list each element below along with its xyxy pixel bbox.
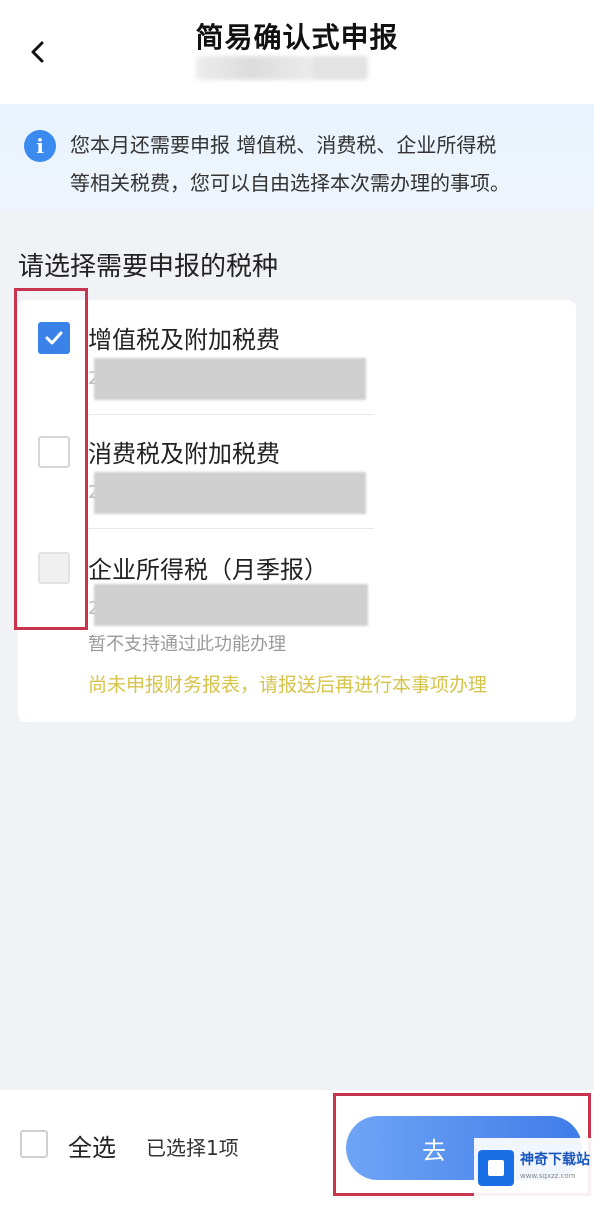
tax-list-card: 增值税及附加税费 2 消费税及附加税费 2 企业所得税（月季报） 2 暂不支持通… (18, 300, 576, 722)
watermark-url: www.sqxzz.com (520, 1172, 576, 1180)
tax-item-vat[interactable]: 增值税及附加税费 2 (18, 300, 576, 416)
info-icon: i (24, 130, 56, 162)
divider (88, 414, 374, 415)
tax-item-consumption[interactable]: 消费税及附加税费 2 (18, 416, 576, 528)
blurred-info (94, 472, 366, 514)
watermark-logo: 神奇下载站 www.sqxzz.com (474, 1138, 592, 1198)
divider (88, 528, 374, 529)
watermark-name: 神奇下载站 (520, 1152, 590, 1168)
header: 简易确认式申报 (0, 0, 594, 104)
blurred-subtitle (196, 56, 312, 80)
page-title: 简易确认式申报 (195, 21, 399, 54)
tax-name: 企业所得税（月季报） (88, 556, 328, 584)
blurred-subtitle-2 (310, 56, 368, 80)
notice-text: 您本月还需要申报 增值税、消费税、企业所得税 等相关税费，您可以自由选择本次需办… (70, 126, 570, 202)
warning-text: 尚未申报财务报表，请报送后再进行本事项办理 (88, 674, 488, 696)
tax-name: 消费税及附加税费 (88, 440, 280, 468)
cube-logo-icon (478, 1150, 514, 1186)
notice-line-1: 您本月还需要申报 增值税、消费税、企业所得税 (70, 133, 497, 157)
notice-banner: i 您本月还需要申报 增值税、消费税、企业所得税 等相关税费，您可以自由选择本次… (0, 104, 594, 210)
not-supported-text: 暂不支持通过此功能办理 (88, 634, 286, 655)
select-all-label[interactable]: 全选 (68, 1128, 116, 1163)
section-title: 请选择需要申报的税种 (18, 252, 279, 282)
notice-line-2: 等相关税费，您可以自由选择本次需办理的事项。 (70, 171, 510, 195)
highlight-box-checkboxes (14, 288, 88, 630)
tax-name: 增值税及附加税费 (88, 326, 280, 354)
select-all-checkbox[interactable] (20, 1130, 48, 1158)
blurred-info (94, 358, 366, 400)
selected-count: 已选择1项 (146, 1136, 239, 1160)
blurred-info (94, 584, 368, 626)
